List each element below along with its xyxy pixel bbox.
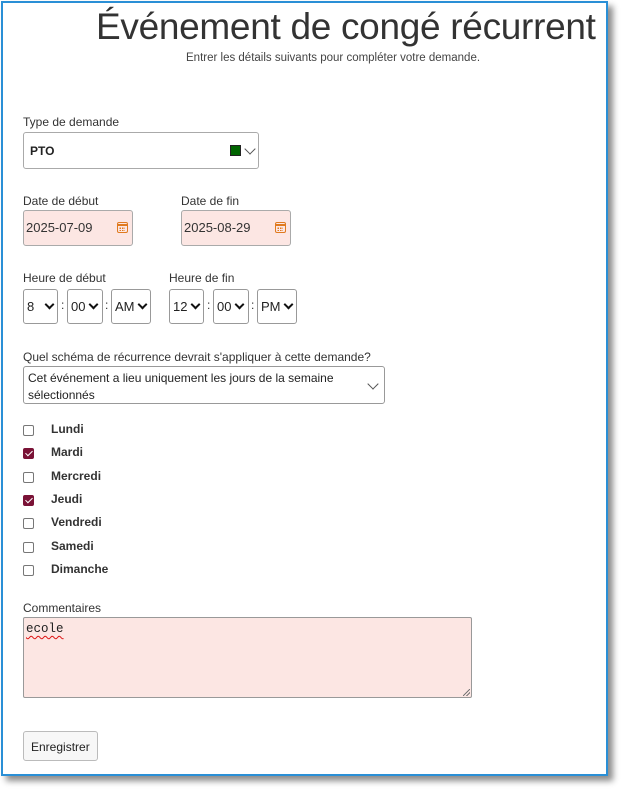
checkbox-1[interactable] [23,448,34,459]
weekday-label: Samedi [51,539,94,553]
checkbox-2[interactable] [23,472,34,483]
start-hour-value: 8 [27,299,35,314]
checkbox-4[interactable] [23,518,34,529]
save-button-label: Enregistrer [31,740,90,754]
start-date-input[interactable]: 2025-07-09 [23,210,133,246]
comments-textarea[interactable]: ecole [23,617,472,698]
chevron-down-icon [190,299,201,310]
weekday-label: Dimanche [51,562,109,576]
recurrence-select[interactable]: Cet événement a lieu uniquement les jour… [23,366,385,404]
page-title: Événement de congé récurrent [96,6,596,47]
color-swatch-icon [230,145,241,156]
start-time-label: Heure de début [23,271,106,285]
chevron-down-icon [44,299,55,310]
end-minute-select[interactable]: 00 [213,289,249,324]
start-ampm-select[interactable]: AM [111,289,151,324]
chevron-down-icon [283,299,294,310]
recurrence-value-line1: Cet événement a lieu uniquement les jour… [28,371,334,385]
page-subtitle: Entrer les détails suivants pour complét… [186,52,481,64]
weekday-label: Lundi [51,422,84,436]
chevron-down-icon [367,378,379,390]
time-separator: : [61,298,65,312]
end-hour-select[interactable]: 12 [169,289,204,324]
checkbox-6[interactable] [23,565,34,576]
weekday-label: Jeudi [51,492,83,506]
save-button[interactable]: Enregistrer [23,731,98,761]
weekday-label: Vendredi [51,515,102,529]
start-date-value: 2025-07-09 [26,220,93,235]
end-ampm-select[interactable]: PM [257,289,297,324]
chevron-down-icon [88,299,99,310]
end-hour-value: 12 [173,299,188,314]
end-minute-value: 00 [217,299,232,314]
resize-handle-icon[interactable] [463,689,470,696]
end-date-input[interactable]: 2025-08-29 [181,210,291,246]
time-separator: : [251,298,255,312]
start-minute-select[interactable]: 00 [67,289,103,324]
end-time-label: Heure de fin [169,271,235,285]
start-minute-value: 00 [71,299,86,314]
time-separator: : [105,298,109,312]
end-ampm-value: PM [261,299,281,314]
recurrence-value-line2: sélectionnés [28,388,95,402]
request-type-select[interactable]: PTO [23,132,259,169]
checkbox-0[interactable] [23,425,34,436]
chevron-down-icon [244,143,256,155]
chevron-down-icon [234,299,245,310]
comments-value: ecole [26,622,64,636]
request-type-value: PTO [30,144,55,158]
calendar-icon[interactable] [117,222,128,233]
start-hour-select[interactable]: 8 [23,289,58,324]
calendar-icon[interactable] [275,222,286,233]
end-date-value: 2025-08-29 [184,220,251,235]
checkbox-5[interactable] [23,542,34,553]
comments-label: Commentaires [23,601,102,615]
weekday-label: Mercredi [51,469,102,483]
time-separator: : [207,298,211,312]
start-ampm-value: AM [115,299,135,314]
checkbox-3[interactable] [23,495,34,506]
chevron-down-icon [137,299,148,310]
request-type-label: Type de demande [23,115,120,129]
end-date-label: Date de fin [181,194,240,208]
start-date-label: Date de début [23,194,99,208]
recurrence-label: Quel schéma de récurrence devrait s'appl… [23,350,371,364]
weekday-label: Mardi [51,445,84,459]
